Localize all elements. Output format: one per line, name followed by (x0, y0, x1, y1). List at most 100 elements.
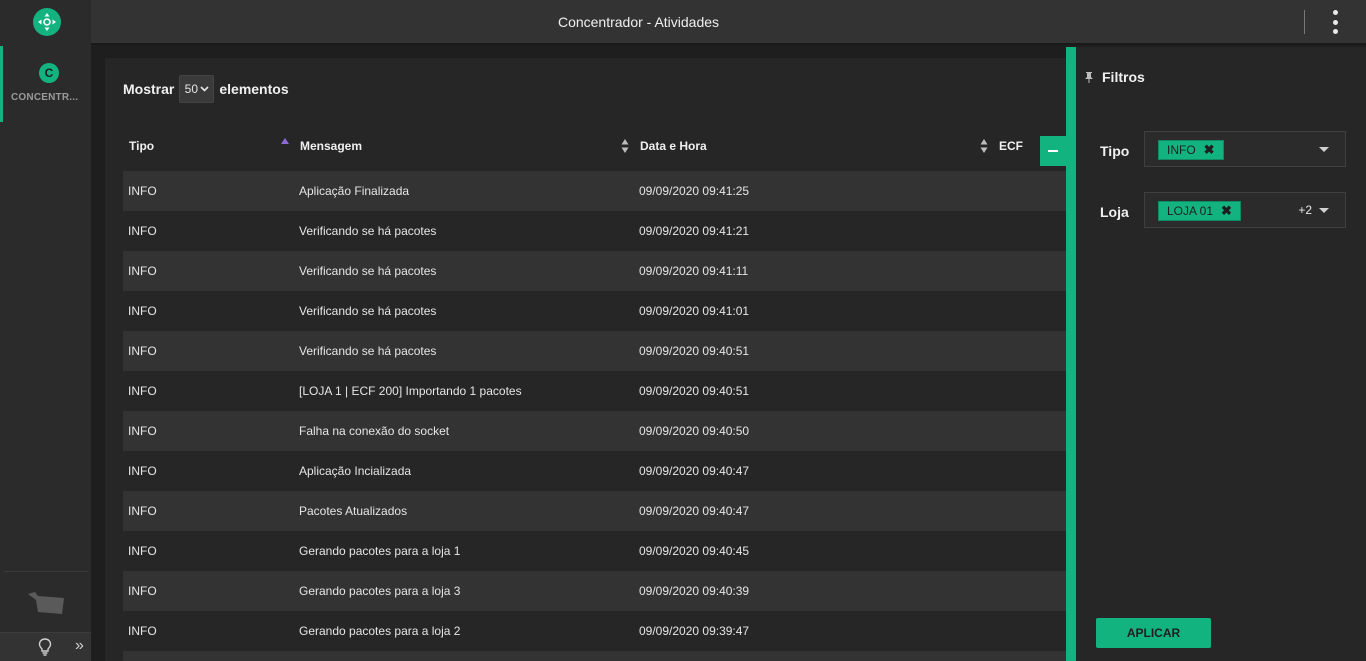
caret-down-icon[interactable] (1319, 147, 1329, 152)
column-header-ecf[interactable]: ECF (999, 139, 1023, 153)
cell-data-hora: 09/09/2020 09:40:51 (639, 344, 750, 358)
table-row[interactable]: INFO Aplicação Incializada 09/09/2020 09:4… (123, 451, 1066, 491)
column-header-tipo[interactable]: Tipo (129, 139, 154, 153)
kebab-menu-icon[interactable] (1330, 10, 1340, 34)
cell-mensagem: Gerando pacotes para a loja 1 (299, 544, 461, 558)
sort-asc-icon[interactable] (281, 138, 289, 144)
minus-icon (1048, 150, 1058, 152)
cell-mensagem: [LOJA 1 | ECF 200] Importando 1 pacotes (299, 384, 522, 398)
cell-data-hora: 09/09/2020 09:40:39 (639, 584, 750, 598)
cell-data-hora: 09/09/2020 09:39:47 (639, 624, 750, 638)
cell-data-hora: 09/09/2020 09:40:50 (639, 424, 750, 438)
sidebar-item-concentrador[interactable]: C CONCENTR... (0, 46, 91, 122)
activities-panel: Mostrar 50 elementos Tipo Mensagem Data … (105, 58, 1066, 661)
concentrador-icon: C (39, 63, 59, 83)
loja-more-count: +2 (1298, 203, 1312, 217)
table-row[interactable] (123, 651, 1066, 661)
cell-data-hora: 09/09/2020 09:41:01 (639, 304, 750, 318)
page-size-control: Mostrar 50 elementos (123, 75, 289, 103)
sidebar-item-label: CONCENTR... (11, 92, 79, 103)
loja-filter-label: Loja (1100, 204, 1129, 220)
cell-tipo: INFO (128, 464, 157, 478)
rail-divider (4, 571, 88, 572)
left-rail: C CONCENTR... » (0, 0, 91, 661)
topbar-divider (1304, 10, 1305, 34)
rail-card (26, 588, 66, 621)
caret-down-icon[interactable] (1319, 208, 1329, 213)
column-header-mensagem[interactable]: Mensagem (300, 139, 362, 153)
cell-tipo: INFO (128, 184, 157, 198)
cell-tipo: INFO (128, 344, 157, 358)
chevron-down-icon (200, 86, 209, 92)
cell-tipo: INFO (128, 504, 157, 518)
pin-icon[interactable] (1084, 71, 1094, 83)
cell-tipo: INFO (128, 224, 157, 238)
cell-mensagem: Pacotes Atualizados (299, 504, 408, 518)
page-size-select[interactable]: 50 (179, 75, 215, 103)
collapse-button[interactable] (1040, 136, 1066, 166)
cell-mensagem: Verificando se há pacotes (299, 304, 437, 318)
cell-data-hora: 09/09/2020 09:40:51 (639, 384, 750, 398)
cell-data-hora: 09/09/2020 09:41:21 (639, 224, 750, 238)
card-terminal-icon (28, 592, 64, 614)
elements-label: elementos (219, 81, 289, 97)
cell-data-hora: 09/09/2020 09:40:45 (639, 544, 750, 558)
cell-mensagem: Verificando se há pacotes (299, 224, 437, 238)
filters-header: Filtros (1084, 69, 1145, 85)
loja-chip-label: LOJA 01 (1167, 204, 1214, 218)
close-icon[interactable]: ✖ (1221, 203, 1232, 219)
cell-tipo: INFO (128, 304, 157, 318)
column-header-data-hora[interactable]: Data e Hora (640, 139, 707, 153)
tipo-filter-select[interactable]: INFO ✖ (1144, 131, 1346, 167)
close-icon[interactable]: ✖ (1204, 142, 1215, 158)
show-label: Mostrar (123, 81, 175, 97)
loja-chip: LOJA 01 ✖ (1158, 201, 1241, 221)
cell-mensagem: Aplicação Finalizada (299, 184, 410, 198)
table-body: INFO Aplicação Finalizada 09/09/2020 09:41… (123, 171, 1066, 661)
cell-mensagem: Aplicação Incializada (299, 464, 412, 478)
cell-tipo: INFO (128, 424, 157, 438)
cell-data-hora: 09/09/2020 09:41:25 (639, 184, 750, 198)
page-size-value: 50 (184, 82, 199, 96)
cell-tipo: INFO (128, 264, 157, 278)
table-header: Tipo Mensagem Data e Hora ECF (123, 130, 1066, 170)
cell-mensagem: Verificando se há pacotes (299, 264, 437, 278)
filters-panel: Filtros Tipo INFO ✖ Loja LOJA 01 ✖ +2 AP… (1066, 47, 1366, 661)
cell-data-hora: 09/09/2020 09:40:47 (639, 504, 750, 518)
table-row[interactable]: INFO Falha na conexão do socket 09/09/2020… (123, 411, 1066, 451)
sort-icon[interactable] (980, 138, 988, 154)
rail-footer: » (0, 632, 91, 661)
table-row[interactable]: INFO Verificando se há pacotes 09/09/2020 … (123, 251, 1066, 291)
app-root: C CONCENTR... » Concentrador - Atividade… (0, 0, 1366, 661)
table-row[interactable]: INFO [LOJA 1 | ECF 200] Importando 1 paco… (123, 371, 1066, 411)
cell-mensagem: Falha na conexão do socket (299, 424, 450, 438)
tipo-chip-label: INFO (1167, 143, 1196, 157)
app-logo[interactable] (33, 8, 61, 36)
tipo-filter-label: Tipo (1100, 143, 1130, 159)
filters-title: Filtros (1102, 69, 1145, 85)
cell-mensagem: Verificando se há pacotes (299, 344, 437, 358)
cell-tipo: INFO (128, 584, 157, 598)
double-chevron-right-icon[interactable]: » (75, 637, 84, 655)
table-row[interactable]: INFO Verificando se há pacotes 09/09/2020 … (123, 331, 1066, 371)
table-row[interactable]: INFO Gerando pacotes para a loja 3 09/09/2… (123, 571, 1066, 611)
cell-tipo: INFO (128, 624, 157, 638)
table-row[interactable]: INFO Pacotes Atualizados 09/09/2020 09:40:… (123, 491, 1066, 531)
table-row[interactable]: INFO Gerando pacotes para a loja 1 09/09/2… (123, 531, 1066, 571)
table-row[interactable]: INFO Aplicação Finalizada 09/09/2020 09:41… (123, 171, 1066, 211)
crosshair-arrows-icon (38, 13, 56, 31)
page-title: Concentrador - Atividades (557, 14, 720, 30)
cell-tipo: INFO (128, 384, 157, 398)
apply-button[interactable]: APLICAR (1096, 618, 1211, 648)
table-row[interactable]: INFO Verificando se há pacotes 09/09/2020 … (123, 291, 1066, 331)
sort-icon[interactable] (621, 138, 629, 154)
cell-data-hora: 09/09/2020 09:41:11 (639, 264, 749, 278)
loja-filter-select[interactable]: LOJA 01 ✖ +2 (1144, 192, 1346, 228)
cell-mensagem: Gerando pacotes para a loja 3 (299, 584, 461, 598)
cell-tipo: INFO (128, 544, 157, 558)
table-row[interactable]: INFO Verificando se há pacotes 09/09/2020 … (123, 211, 1066, 251)
tipo-chip: INFO ✖ (1158, 140, 1224, 160)
lightbulb-icon[interactable] (38, 638, 52, 656)
top-bar: Concentrador - Atividades (91, 0, 1366, 45)
table-row[interactable]: INFO Gerando pacotes para a loja 2 09/09/2… (123, 611, 1066, 651)
